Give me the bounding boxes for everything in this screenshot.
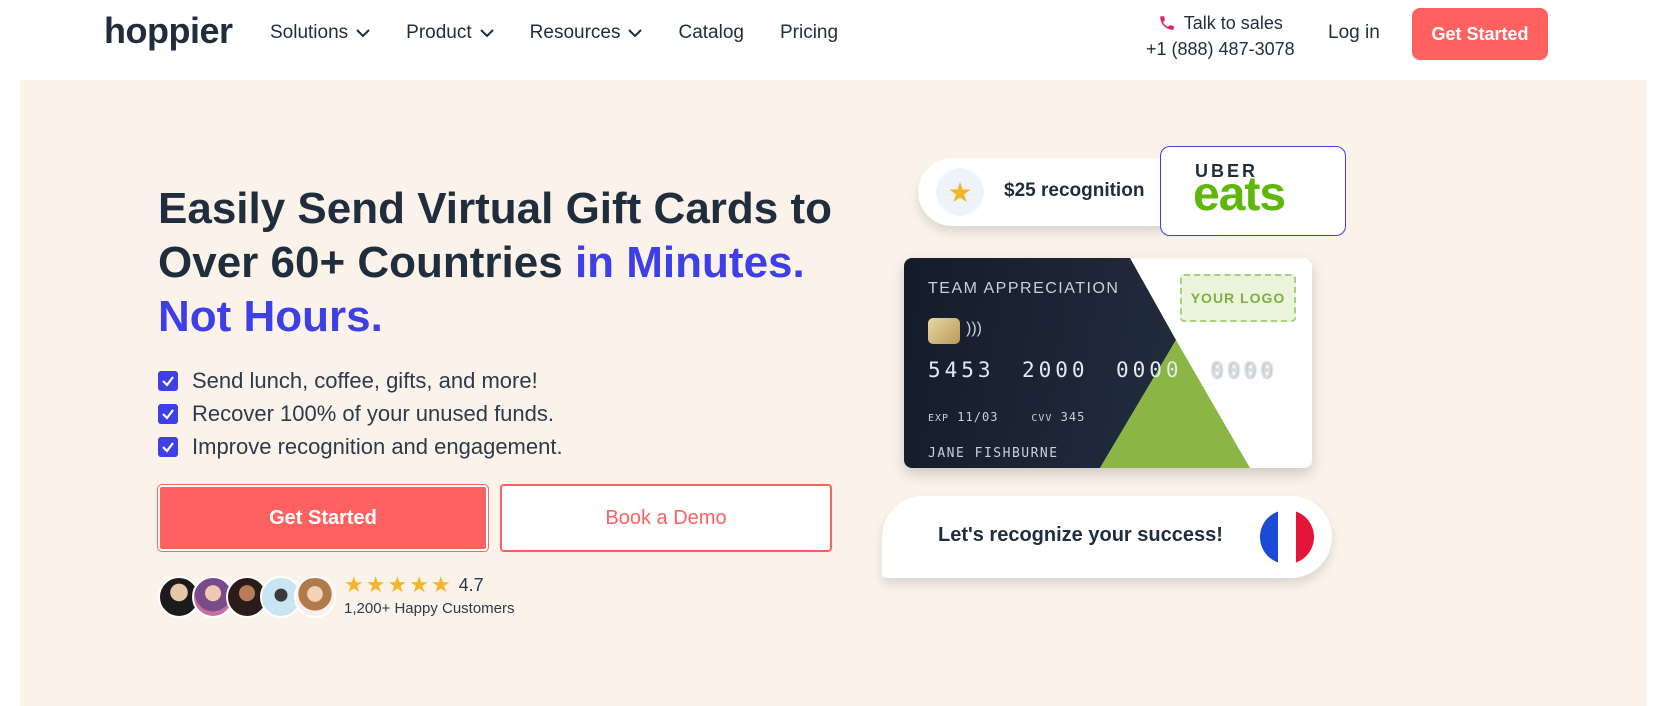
phone-icon (1160, 16, 1174, 30)
card-title: TEAM APPRECIATION (928, 280, 1120, 297)
benefit-list: Send lunch, coffee, gifts, and more! Rec… (158, 364, 563, 463)
login-link[interactable]: Log in (1328, 22, 1380, 44)
avatar (294, 576, 336, 618)
recognition-label: $25 recognition (1004, 180, 1145, 201)
hoppier-logo[interactable]: hoppier (104, 10, 233, 52)
card-number-group: 5453 (928, 358, 995, 382)
customer-avatars (158, 576, 336, 618)
menu-resources[interactable]: Resources (530, 22, 643, 44)
nav-get-started-button[interactable]: Get Started (1412, 8, 1548, 60)
card-chip-icon (928, 318, 960, 344)
star-icon: ★ (344, 572, 364, 597)
checkbox-icon (158, 436, 178, 457)
checkbox-icon (158, 370, 178, 391)
rating-block: ★ ★ ★ ★ ★ 4.7 1,200+ Happy Customers (344, 574, 515, 618)
benefit-text: Recover 100% of your unused funds. (192, 400, 555, 426)
uber-eats-logo: UBER eats (1160, 146, 1346, 236)
customer-count: 1,200+ Happy Customers (344, 600, 515, 617)
book-demo-button[interactable]: Book a Demo (500, 484, 832, 552)
menu-product-label: Product (406, 22, 472, 43)
gift-card: TEAM APPRECIATION ))) 5453 2000 0000 000… (904, 258, 1312, 468)
talk-to-sales[interactable]: Talk to sales +1 (888) 487-3078 (1146, 10, 1295, 62)
card-number-group: 0000 (1210, 358, 1277, 382)
cvv-value: 345 (1060, 410, 1086, 424)
star-icon: ★ (365, 572, 386, 597)
success-label: Let's recognize your success! (938, 524, 1223, 546)
success-pill: Let's recognize your success! (882, 496, 1332, 578)
get-started-button[interactable]: Get Started (158, 485, 488, 551)
card-expiry: EXP 11/03 CVV 345 (928, 410, 1085, 424)
sales-label: Talk to sales (1183, 13, 1283, 33)
main-menu: Solutions Product Resources Catalog Pric… (270, 22, 874, 44)
star-icon: ★ (430, 572, 451, 597)
card-number-group: 2000 (1022, 358, 1089, 382)
your-logo-placeholder: YOUR LOGO (1180, 274, 1296, 322)
chevron-down-icon (479, 28, 494, 37)
menu-resources-label: Resources (529, 22, 621, 43)
eats-wordmark: eats (1193, 168, 1286, 221)
star-icon: ★ (387, 572, 408, 597)
star-icon: ★ (936, 168, 984, 216)
menu-pricing[interactable]: Pricing (780, 22, 838, 44)
chevron-down-icon (356, 28, 370, 37)
checkbox-icon (158, 403, 178, 424)
benefit-text: Improve recognition and engagement. (192, 433, 563, 459)
rating-value: 4.7 (458, 574, 484, 595)
france-flag-icon (1260, 510, 1314, 564)
top-navbar: hoppier Solutions Product Resources Cata… (0, 0, 1664, 80)
chevron-down-icon (628, 28, 643, 37)
cvv-label: CVV (1031, 413, 1053, 424)
benefit-item: Improve recognition and engagement. (158, 430, 563, 463)
hero-section: Easily Send Virtual Gift Cards to Over 6… (20, 80, 1646, 706)
hero-headline: Easily Send Virtual Gift Cards to Over 6… (158, 182, 858, 344)
contactless-icon: ))) (966, 320, 982, 337)
card-holder: JANE FISHBURNE (928, 446, 1059, 461)
menu-solutions[interactable]: Solutions (270, 22, 370, 44)
exp-value: 11/03 (957, 410, 999, 424)
menu-solutions-label: Solutions (270, 22, 349, 43)
card-number-group: 0000 (1116, 358, 1183, 382)
benefit-item: Send lunch, coffee, gifts, and more! (158, 364, 563, 397)
benefit-text: Send lunch, coffee, gifts, and more! (192, 367, 538, 393)
benefit-item: Recover 100% of your unused funds. (158, 397, 563, 430)
star-icon: ★ (409, 572, 429, 597)
menu-product[interactable]: Product (406, 22, 494, 44)
exp-label: EXP (928, 413, 950, 424)
sales-phone[interactable]: +1 (888) 487-3078 (1146, 36, 1295, 62)
menu-catalog[interactable]: Catalog (678, 22, 744, 44)
star-rating: ★ ★ ★ ★ ★ 4.7 (344, 574, 515, 596)
